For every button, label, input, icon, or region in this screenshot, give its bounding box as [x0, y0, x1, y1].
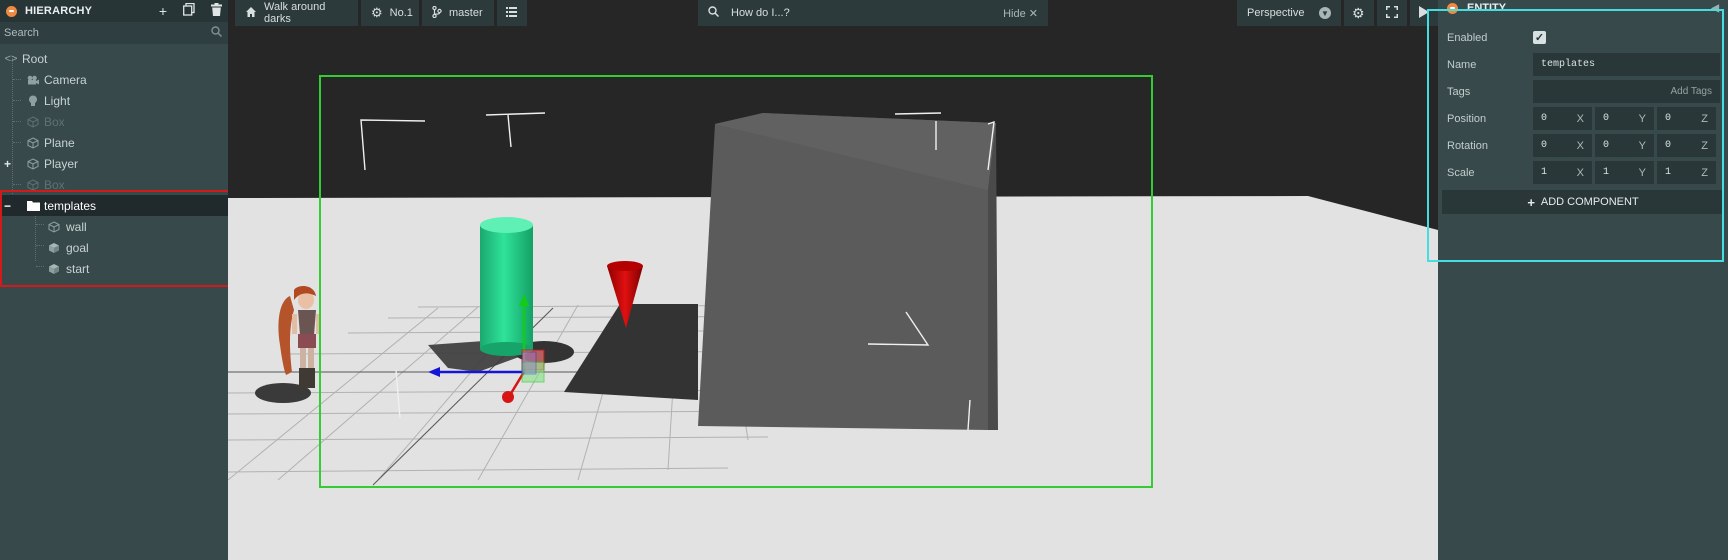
- search-icon[interactable]: [211, 26, 223, 40]
- tree-item-player[interactable]: + Player: [0, 153, 228, 174]
- cube-outline-icon: [26, 115, 40, 129]
- tree-item-label: Plane: [44, 135, 75, 150]
- camera-dropdown[interactable]: Perspective ▼: [1237, 0, 1341, 26]
- cube-outline-icon: [26, 136, 40, 150]
- settings-button[interactable]: ⚙: [1344, 0, 1374, 26]
- menu-button[interactable]: [497, 0, 527, 26]
- help-search-text[interactable]: How do I...?: [731, 7, 790, 19]
- fullscreen-icon: [1386, 5, 1398, 21]
- tree-item-camera[interactable]: Camera: [0, 69, 228, 90]
- expand-icon[interactable]: +: [4, 157, 11, 171]
- green-cylinder-top: [480, 217, 533, 233]
- duplicate-icon[interactable]: [183, 2, 195, 19]
- hide-button[interactable]: Hide ✕: [1003, 7, 1038, 20]
- hierarchy-tools: +: [159, 2, 222, 19]
- lightbulb-icon: [26, 94, 40, 108]
- help-search-bar[interactable]: How do I...? Hide ✕: [698, 0, 1048, 26]
- camera-icon: [26, 73, 40, 87]
- search-icon: [708, 6, 720, 20]
- tree-item-box[interactable]: Box: [0, 111, 228, 132]
- branch-name: master: [449, 7, 483, 19]
- tree-item-plane[interactable]: Plane: [0, 132, 228, 153]
- scene-viewport[interactable]: Walk around darks ⚙ No.1 master How do I…: [228, 0, 1438, 560]
- delete-icon[interactable]: [211, 3, 222, 19]
- hierarchy-header: HIERARCHY +: [0, 0, 228, 22]
- gear-icon: ⚙: [1352, 4, 1365, 21]
- tree-item-light[interactable]: Light: [0, 90, 228, 111]
- tree-item-label: Root: [22, 51, 48, 66]
- branch-icon: [432, 5, 442, 21]
- tree-item-root[interactable]: <> Root: [0, 48, 228, 69]
- project-button[interactable]: Walk around darks: [235, 0, 358, 26]
- list-icon: [506, 6, 517, 20]
- tree-item-label: Player: [44, 156, 79, 171]
- home-icon: [245, 6, 257, 21]
- highlight-box-red: [0, 190, 237, 287]
- camera-name: Perspective: [1247, 7, 1305, 19]
- fullscreen-button[interactable]: [1377, 0, 1407, 26]
- hierarchy-title: HIERARCHY: [25, 5, 93, 17]
- branch-button[interactable]: master: [422, 0, 494, 26]
- collapse-icon[interactable]: [6, 5, 17, 17]
- scene-name: No.1: [389, 7, 413, 19]
- add-entity-icon[interactable]: +: [159, 3, 167, 19]
- highlight-box-cyan: [1427, 9, 1724, 262]
- tree-item-label: Light: [44, 93, 71, 108]
- red-cone-top: [607, 261, 643, 271]
- close-icon: ✕: [1028, 7, 1038, 20]
- tree-item-label: Camera: [44, 72, 87, 87]
- cube-outline-icon: [26, 157, 40, 171]
- chevron-down-icon: ▼: [1319, 7, 1331, 19]
- hide-label: Hide: [1003, 7, 1026, 20]
- hierarchy-search-input[interactable]: [4, 27, 211, 39]
- scene-render: [228, 75, 1438, 560]
- hierarchy-search: [0, 22, 228, 44]
- scene-button[interactable]: ⚙ No.1: [361, 0, 419, 26]
- gear-icon: ⚙: [371, 5, 383, 20]
- code-icon: <>: [4, 52, 18, 65]
- project-name: Walk around darks: [264, 1, 326, 25]
- tree-item-label: Box: [44, 114, 65, 129]
